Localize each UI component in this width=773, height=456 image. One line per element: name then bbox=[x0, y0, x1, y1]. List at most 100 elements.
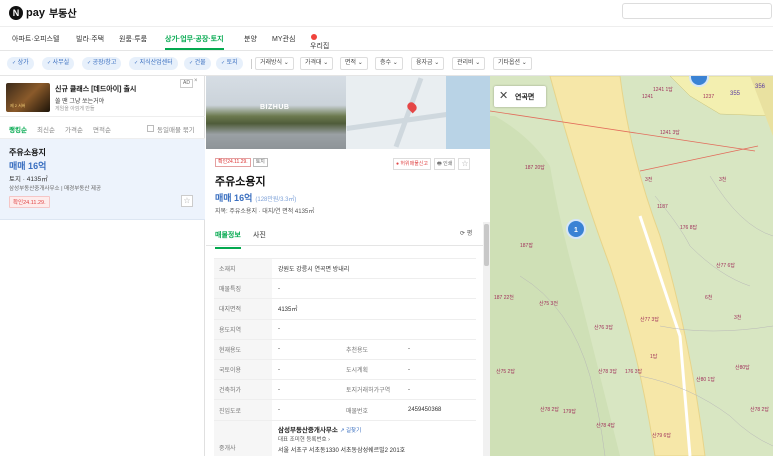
parcel-label: 1241 3답 bbox=[660, 130, 680, 136]
detail-tags: 확인24.11.29. 토지 bbox=[215, 158, 270, 167]
chip-office[interactable]: 사무실 bbox=[42, 57, 75, 70]
parcel-label: 산77 6답 bbox=[716, 263, 735, 269]
location-map-photo[interactable] bbox=[346, 76, 490, 149]
row-key: 소재지 bbox=[214, 257, 272, 279]
nav-ourhome[interactable]: 우리집 bbox=[310, 34, 329, 50]
scroll-thumb[interactable] bbox=[484, 224, 489, 266]
parcel-label: 산78 2답 bbox=[540, 407, 559, 413]
nav-my[interactable]: MY관심 bbox=[272, 34, 295, 44]
nav-apartment[interactable]: 아파트·오피스텔 bbox=[12, 34, 59, 44]
sort-ranking[interactable]: 랭킹순 bbox=[9, 124, 27, 134]
tab-listing-info[interactable]: 매물정보 bbox=[215, 230, 241, 249]
map-region-tag[interactable]: ✕ 연곡면 bbox=[494, 86, 546, 107]
parcel-label: 187 20답 bbox=[525, 165, 545, 171]
dropdown-floor[interactable]: 층수 bbox=[375, 57, 403, 70]
table-row: 국토이용 - 도시계획 - bbox=[214, 358, 476, 380]
nav-oneroom[interactable]: 원룸·투룸 bbox=[119, 34, 147, 44]
chip-land[interactable]: 토지 bbox=[216, 57, 243, 70]
logo-pay-text: pay bbox=[26, 6, 45, 19]
listing-agent: 삼성부동산중개사무소 | 매경부동산 제공 bbox=[9, 186, 102, 192]
parcel-label: 187 22천 bbox=[494, 295, 514, 301]
group-same-checkbox[interactable] bbox=[147, 125, 154, 132]
row-key: 매물특징 bbox=[214, 278, 272, 299]
row-value: - bbox=[272, 338, 342, 360]
dropdown-area[interactable]: 면적 bbox=[340, 57, 368, 70]
chip-building[interactable]: 건물 bbox=[184, 57, 211, 70]
parcel-label: 산78 2답 bbox=[750, 407, 769, 413]
ad-title: 신규 클래스 [데드아이] 출시 bbox=[55, 86, 137, 93]
street-photo[interactable]: BIZHUB bbox=[206, 76, 346, 149]
dropdown-etc[interactable]: 기타옵션 bbox=[493, 57, 532, 70]
detail-tabs: 매물정보 사진 ⟳ 평 bbox=[206, 222, 483, 249]
close-icon[interactable]: ✕ bbox=[499, 89, 508, 102]
map-boundary-line bbox=[639, 145, 759, 172]
detail-scrollbar[interactable] bbox=[483, 222, 490, 456]
agent-section: 중개사 삼성부동산중개사무소 ↗ 길찾기 대표 조미현 등록번호 › 서울 서초구… bbox=[214, 420, 476, 456]
directions-link[interactable]: ↗ 길찾기 bbox=[340, 428, 361, 434]
report-button[interactable]: ● 허위매물신고 bbox=[393, 158, 432, 170]
confirm-pill: 확인24.11.29. bbox=[215, 158, 251, 167]
row-value: - bbox=[272, 318, 476, 340]
type-pill: 토지 bbox=[252, 158, 268, 167]
row-key: 건축허가 bbox=[214, 379, 272, 400]
listing-card[interactable]: 주유소용지 매매 16억 토지 · 4135㎡ 삼성부동산중개사무소 | 매경부… bbox=[0, 139, 205, 220]
dropdown-deal-type[interactable]: 거래방식 bbox=[255, 57, 294, 70]
row-key: 매물번호 bbox=[342, 399, 402, 420]
nav-commercial[interactable]: 상가·업무·공장·토지 bbox=[165, 34, 224, 50]
parcel-label: 산75 3전 bbox=[539, 301, 558, 307]
ad-banner[interactable]: 제 2 서버 신규 클래스 [데드아이] 출시 쏠 땐 그냥 쏘는거야 게임을 … bbox=[0, 76, 205, 117]
chip-store[interactable]: 상가 bbox=[7, 57, 34, 70]
row-value: - bbox=[402, 379, 476, 400]
group-same-label: 동일매물 묶기 bbox=[157, 127, 195, 134]
ad-close-icon[interactable]: × bbox=[194, 78, 198, 84]
nav-ourhome-label: 우리집 bbox=[310, 43, 330, 50]
chip-factory[interactable]: 공장/창고 bbox=[82, 57, 122, 70]
photo-watermark: BIZHUB bbox=[260, 104, 290, 111]
table-row: 매물특징 - bbox=[214, 278, 476, 299]
listing-info: 토지 · 4135㎡ bbox=[9, 176, 48, 183]
listing-price: 매매 16억 bbox=[9, 161, 47, 171]
dropdown-maintenance[interactable]: 관리비 bbox=[452, 57, 486, 70]
chip-knowledge-center[interactable]: 지식산업센터 bbox=[129, 57, 178, 70]
row-value: - bbox=[272, 379, 342, 400]
favorite-star-icon[interactable]: ☆ bbox=[181, 195, 193, 207]
agent-name-text: 삼성부동산중개사무소 bbox=[278, 427, 338, 434]
mini-road bbox=[393, 77, 424, 148]
listing-cluster-marker[interactable]: 1 bbox=[566, 219, 586, 239]
dropdown-loan[interactable]: 융자금 bbox=[411, 57, 445, 70]
dropdown-price[interactable]: 가격대 bbox=[300, 57, 334, 70]
agent-name: 삼성부동산중개사무소 ↗ 길찾기 bbox=[278, 424, 361, 434]
row-key: 진입도로 bbox=[214, 399, 272, 420]
parcel-label: 176 8답 bbox=[680, 225, 698, 231]
row-key: 도시계획 bbox=[342, 358, 402, 380]
parcel-label: 산75 2답 bbox=[496, 369, 515, 375]
unit-toggle-button[interactable]: ⟳ 평 bbox=[460, 228, 472, 237]
agent-label: 중개사 bbox=[214, 421, 272, 456]
print-button[interactable]: 🖶 인쇄 bbox=[434, 158, 456, 170]
detail-panel: BIZHUB 확인24.11.29. 토지 ● 허위매물신고 🖶 인쇄 ☆ 주유소… bbox=[206, 76, 490, 456]
parcel-label: 176 3답 bbox=[625, 369, 643, 375]
detail-star-icon[interactable]: ☆ bbox=[458, 158, 471, 170]
sort-bar: 랭킹순 최신순 가격순 면적순 동일매물 묶기 bbox=[0, 117, 205, 139]
sort-area[interactable]: 면적순 bbox=[93, 124, 111, 134]
tab-photos[interactable]: 사진 bbox=[253, 230, 266, 240]
npay-logo[interactable]: N pay 부동산 bbox=[9, 5, 77, 20]
detail-price: 매매 16억 (128만원/3.3㎡) bbox=[215, 191, 296, 204]
nav-presale[interactable]: 분양 bbox=[244, 34, 257, 44]
parcel-label: 3천 bbox=[734, 315, 742, 321]
table-row: 현재용도 - 추천용도 - bbox=[214, 338, 476, 360]
parcel-label: 1241 1답 bbox=[653, 87, 673, 93]
sort-latest[interactable]: 최신순 bbox=[37, 124, 55, 134]
nav-villa[interactable]: 빌라·주택 bbox=[76, 34, 104, 44]
agent-rep[interactable]: 대표 조미현 등록번호 › bbox=[278, 435, 330, 443]
search-input[interactable] bbox=[622, 3, 772, 19]
parcel-label: 6천 bbox=[705, 295, 713, 301]
detail-title: 주유소용지 bbox=[215, 176, 266, 188]
row-value: - bbox=[272, 278, 476, 299]
ad-thumbnail: 제 2 서버 bbox=[6, 83, 50, 112]
row-key: 현재용도 bbox=[214, 338, 272, 360]
map-view[interactable]: ✕ 연곡면 1 1241 1답 1241 3답 1241 355 356 123… bbox=[490, 76, 773, 456]
sort-price[interactable]: 가격순 bbox=[65, 124, 83, 134]
parcel-label: 187잡 bbox=[520, 243, 533, 249]
confirm-badge: 확인24.11.29. bbox=[9, 196, 50, 208]
